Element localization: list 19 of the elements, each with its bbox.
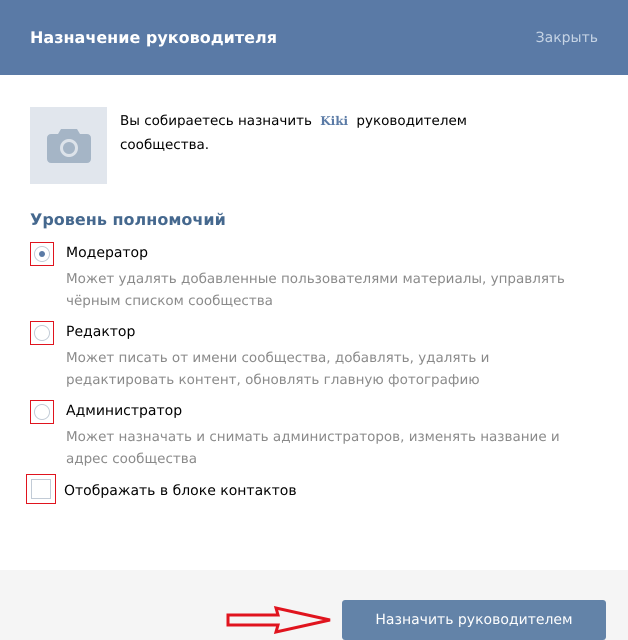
radio-button[interactable] — [34, 325, 50, 341]
radio-button[interactable] — [34, 246, 50, 262]
camera-icon — [46, 128, 90, 162]
intro-text: Вы собираетесь назначить Kiki руководителем сообщества. — [120, 112, 468, 155]
arrow-annotation-icon — [226, 606, 332, 634]
window-title: Назначение руководителя — [30, 28, 277, 47]
radio-button[interactable] — [34, 404, 50, 420]
role-label: Модератор — [66, 244, 150, 263]
role-description: Может назначать и снимать администраторов, изменять название и адрес сообщества — [66, 428, 561, 469]
role-description: Может удалять добавленные пользователями материалы, управлять чёрным списком сообщества — [66, 270, 566, 311]
close-link[interactable]: Закрыть — [536, 30, 598, 46]
checkbox[interactable] — [31, 479, 51, 499]
role-label: Администратор — [66, 402, 184, 421]
role-label: Редактор — [66, 323, 136, 342]
user-link[interactable]: Kiki — [320, 114, 348, 128]
role-description: Может писать от имени сообщества, добавлять, удалять и редактировать контент, обновлять главную фотографию — [66, 349, 490, 390]
submit-button[interactable]: Назначить руководителем — [342, 600, 606, 640]
section-title: Уровень полномочий — [30, 210, 227, 229]
checkbox-label: Отображать в блоке контактов — [64, 482, 297, 501]
